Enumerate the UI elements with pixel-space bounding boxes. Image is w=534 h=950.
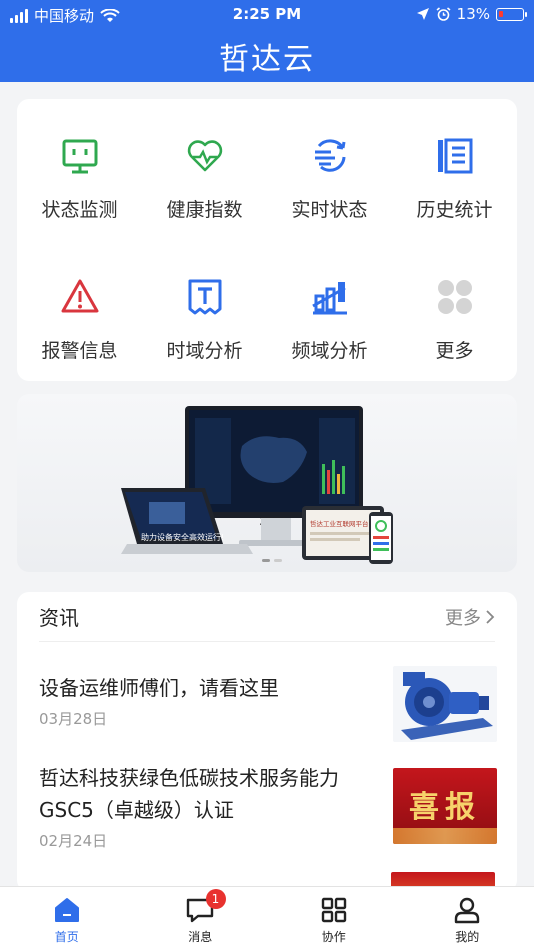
monitor-icon xyxy=(62,139,97,174)
feature-time-domain[interactable]: 时域分析 xyxy=(142,240,267,381)
feature-grid-card: 状态监测 健康指数 实时状态 历史统计 报警信息 时域分析 频域分析 更多 xyxy=(17,99,517,381)
tab-label: 协作 xyxy=(321,930,346,944)
news-more-link[interactable]: 更多 xyxy=(445,604,495,630)
banner-slogan: 助力设备安全高效运行! xyxy=(141,532,224,542)
tab-home[interactable]: 首页 xyxy=(0,887,134,950)
location-arrow-icon xyxy=(416,8,429,20)
chevron-right-icon xyxy=(486,609,495,624)
unread-badge: 1 xyxy=(205,889,226,909)
feature-status-monitoring[interactable]: 状态监测 xyxy=(17,99,142,240)
feature-alarm-info[interactable]: 报警信息 xyxy=(17,240,142,381)
feature-label: 报警信息 xyxy=(41,340,118,362)
home-icon xyxy=(54,898,79,922)
banner-tablet-text: 哲达工业互联网平台 xyxy=(310,519,369,528)
feature-frequency-domain[interactable]: 频域分析 xyxy=(267,240,392,381)
feature-label: 健康指数 xyxy=(166,199,243,221)
more-grid-icon xyxy=(437,280,472,314)
carousel-indicator xyxy=(262,559,282,562)
fan-machine-image xyxy=(393,666,497,742)
status-bar: 中国移动 2:25 PM 13% xyxy=(0,0,534,30)
feature-more[interactable]: 更多 xyxy=(392,240,517,381)
tab-mine[interactable]: 我的 xyxy=(401,887,534,950)
news-item-title: 哲达科技获绿色低碳技术服务能力GSC5（卓越级）认证 xyxy=(39,766,339,822)
tab-label: 消息 xyxy=(188,930,213,944)
news-title: 资讯 xyxy=(39,606,79,630)
warning-icon xyxy=(61,279,98,313)
news-thumbnail: 喜报 xyxy=(393,768,497,844)
feature-realtime-status[interactable]: 实时状态 xyxy=(267,99,392,240)
battery-icon xyxy=(496,7,527,21)
tab-messages[interactable]: 消息 1 xyxy=(134,887,268,950)
tab-label: 首页 xyxy=(54,930,79,944)
app-header: 中国移动 2:25 PM 13% 哲达云 xyxy=(0,0,534,82)
news-card: 资讯 更多 设备运维师傅们，请看这里 03月28日 哲达科技获绿色低碳技术服务能… xyxy=(17,592,517,892)
alarm-icon xyxy=(436,6,451,21)
news-item-title: 设备运维师傅们，请看这里 xyxy=(39,676,279,700)
news-thumbnail xyxy=(393,666,497,742)
good-news-thumb-text: 喜报 xyxy=(409,790,481,825)
feature-history-statistics[interactable]: 历史统计 xyxy=(392,99,517,240)
feature-label: 时域分析 xyxy=(166,340,243,362)
feature-label: 更多 xyxy=(435,340,474,362)
feature-label: 历史统计 xyxy=(416,199,493,221)
tab-collaboration[interactable]: 协作 xyxy=(267,887,401,950)
frequency-chart-icon xyxy=(311,282,347,315)
news-header: 资讯 更多 xyxy=(39,592,495,642)
time-domain-icon xyxy=(188,279,221,315)
feature-label: 实时状态 xyxy=(291,199,368,221)
devices-illustration: ZETA 助力设备安全高效运行! 哲达工业互联网平台 xyxy=(121,406,393,564)
document-list-icon xyxy=(437,138,472,174)
battery-percent: 13% xyxy=(456,5,490,23)
feature-health-index[interactable]: 健康指数 xyxy=(142,99,267,240)
user-icon xyxy=(455,897,480,924)
promo-banner[interactable]: ZETA 助力设备安全高效运行! 哲达工业互联网平台 xyxy=(17,394,517,572)
thumb-decoration xyxy=(393,828,497,844)
feature-label: 频域分析 xyxy=(291,340,368,362)
feature-label: 状态监测 xyxy=(41,199,118,221)
news-item[interactable]: 设备运维师傅们，请看这里 03月28日 xyxy=(39,666,497,742)
page-title: 哲达云 xyxy=(219,42,315,77)
bottom-tab-bar: 首页 消息 1 协作 我的 xyxy=(0,886,534,950)
apps-grid-icon xyxy=(321,897,346,923)
refresh-lines-icon xyxy=(314,139,345,172)
tab-label: 我的 xyxy=(455,930,480,944)
heart-pulse-icon xyxy=(187,140,222,172)
news-item[interactable]: 哲达科技获绿色低碳技术服务能力GSC5（卓越级）认证 02月24日 喜报 xyxy=(39,762,497,851)
more-label: 更多 xyxy=(445,607,481,629)
